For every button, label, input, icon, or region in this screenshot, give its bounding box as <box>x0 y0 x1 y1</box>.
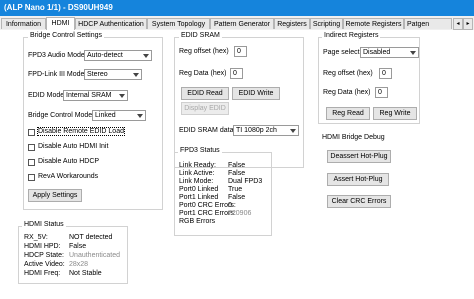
window-title: (ALP Nano 1/1) - DS90UH949 <box>4 3 113 12</box>
edid-reg-offset-input[interactable]: 0 <box>234 46 247 57</box>
tab-remote-registers[interactable]: Remote Registers <box>343 18 404 29</box>
hdmi-tab-panel: Bridge Control Settings FPD3 Audio Mode … <box>0 30 474 299</box>
chevron-down-icon <box>143 54 149 58</box>
fpd3-status-key: Port0 Linked <box>179 186 219 193</box>
chevron-down-icon <box>133 73 139 77</box>
edid-sram-title: EDID SRAM <box>179 32 222 39</box>
indirect-reg-offset-label: Reg offset (hex) <box>323 70 373 77</box>
hdmi-status-key: Active Video: <box>24 261 65 268</box>
fpd3-status-value: Dual FPD3 <box>228 178 263 185</box>
hdmi-bridge-debug-title: HDMI Bridge Debug <box>322 134 385 141</box>
tab-information[interactable]: Information <box>1 18 46 29</box>
fpd3-status-key: Port1 Linked <box>179 194 219 201</box>
display-edid-button[interactable]: Display EDID <box>181 102 229 115</box>
fpd3-status-key: RGB Errors <box>179 218 216 225</box>
edid-sram-data-value: TI 1080p 2ch <box>236 127 277 134</box>
page-select-value: Disabled <box>363 49 391 56</box>
hdmi-status-value: Unauthenticated <box>69 252 120 259</box>
edid-sram-data-select[interactable]: TI 1080p 2ch <box>233 125 299 136</box>
hdmi-status-title: HDMI Status <box>22 221 66 228</box>
edid-mode-value: Internal SRAM <box>66 92 112 99</box>
assert-hot-plug-button[interactable]: Assert Hot-Plug <box>327 173 389 186</box>
deassert-hot-plug-button[interactable]: Deassert Hot-Plug <box>327 150 391 163</box>
bridge-control-mode-select[interactable]: Linked <box>92 110 146 121</box>
reva-workarounds-label: RevA Workarounds <box>38 173 99 180</box>
chevron-down-icon <box>119 94 125 98</box>
fpd3-status-key: Link Active: <box>179 170 215 177</box>
bridge-control-group <box>23 37 163 210</box>
clear-crc-errors-button[interactable]: Clear CRC Errors <box>327 195 391 208</box>
tab-scroll-left-icon[interactable]: ◂ <box>453 18 463 30</box>
tab-patgen[interactable]: Patgen <box>404 18 452 29</box>
indirect-reg-data-input[interactable]: 0 <box>375 87 388 98</box>
hdmi-status-key: RX_5V: <box>24 234 48 241</box>
edid-reg-offset-label: Reg offset (hex) <box>179 48 229 55</box>
disable-auto-hdmi-label: Disable Auto HDMI Init <box>38 143 109 150</box>
fpd3-status-key: Link Mode: <box>179 178 214 185</box>
edid-reg-data-label: Reg Data (hex) <box>179 70 227 77</box>
edid-write-button[interactable]: EDID Write <box>232 87 280 100</box>
hdmi-status-value: Not Stable <box>69 270 102 277</box>
disable-remote-edid-label: Disable Remote EDID Load <box>37 127 125 136</box>
edid-mode-select[interactable]: Internal SRAM <box>63 90 128 101</box>
fpd3-status-value: False <box>228 170 246 177</box>
hdmi-status-key: HDMI Freq: <box>24 270 61 277</box>
page-select-label: Page select <box>323 49 360 56</box>
fpd3-status-title: FPD3 Status <box>178 147 222 154</box>
fpd3-audio-mode-label: FPD3 Audio Mode <box>28 52 85 59</box>
bridge-control-mode-label: Bridge Control Mode <box>28 112 93 119</box>
page-select-dropdown[interactable]: Disabled <box>360 47 419 58</box>
fpd3-status-value: 0 <box>228 202 232 209</box>
reg-read-button[interactable]: Reg Read <box>326 107 370 120</box>
edid-sram-data-label: EDID SRAM data <box>179 127 234 134</box>
tab-hdcp-authentication[interactable]: HDCP Authentication <box>75 18 147 29</box>
hdmi-status-value: NOT detected <box>69 234 113 241</box>
fpd3-status-key: Link Ready: <box>179 162 216 169</box>
chevron-down-icon <box>410 51 416 55</box>
tab-system-topology[interactable]: System Topology <box>147 18 210 29</box>
tab-bar: Information HDMI HDCP Authentication Sys… <box>0 17 474 31</box>
tab-registers[interactable]: Registers <box>274 18 310 29</box>
tab-pattern-generator[interactable]: Pattern Generator <box>210 18 274 29</box>
disable-auto-hdcp-checkbox[interactable] <box>28 159 35 166</box>
disable-auto-hdcp-label: Disable Auto HDCP <box>38 158 100 165</box>
indirect-reg-data-label: Reg Data (hex) <box>323 89 371 96</box>
disable-auto-hdmi-checkbox[interactable] <box>28 144 35 151</box>
disable-remote-edid-checkbox[interactable] <box>28 129 35 136</box>
indirect-registers-title: Indirect Registers <box>322 32 381 39</box>
fpd3-status-value: False <box>228 162 246 169</box>
fpd3-audio-mode-select[interactable]: Auto-detect <box>84 50 152 61</box>
apply-settings-button[interactable]: Apply Settings <box>28 189 82 202</box>
fpdlink-mode-label: FPD-Link III Mode <box>28 71 85 78</box>
fpd3-audio-mode-value: Auto-detect <box>87 52 123 59</box>
reva-workarounds-checkbox[interactable] <box>28 174 35 181</box>
fpd3-status-value: False <box>228 194 246 201</box>
edid-read-button[interactable]: EDID Read <box>181 87 229 100</box>
bridge-control-mode-value: Linked <box>95 112 116 119</box>
chevron-down-icon <box>137 114 143 118</box>
fpd3-status-value: 720906 <box>228 210 252 217</box>
hdmi-status-key: HDMI HPD: <box>24 243 61 250</box>
chevron-down-icon <box>290 129 296 133</box>
fpdlink-mode-select[interactable]: Stereo <box>84 69 142 80</box>
window-titlebar: (ALP Nano 1/1) - DS90UH949 <box>0 0 474 16</box>
tab-scripting[interactable]: Scripting <box>310 18 343 29</box>
fpd3-status-value: True <box>228 186 243 193</box>
bridge-control-title: Bridge Control Settings <box>28 32 104 39</box>
fpdlink-mode-value: Stereo <box>87 71 108 78</box>
edid-mode-label: EDID Mode <box>28 92 65 99</box>
tab-hdmi[interactable]: HDMI <box>46 17 75 30</box>
hdmi-status-key: HDCP State: <box>24 252 64 259</box>
indirect-reg-offset-input[interactable]: 0 <box>379 68 392 79</box>
hdmi-status-value: False <box>69 243 87 250</box>
hdmi-status-value: 28x28 <box>69 261 89 268</box>
edid-reg-data-input[interactable]: 0 <box>230 68 243 79</box>
reg-write-button[interactable]: Reg Write <box>373 107 417 120</box>
tab-scroll-right-icon[interactable]: ▸ <box>463 18 473 30</box>
